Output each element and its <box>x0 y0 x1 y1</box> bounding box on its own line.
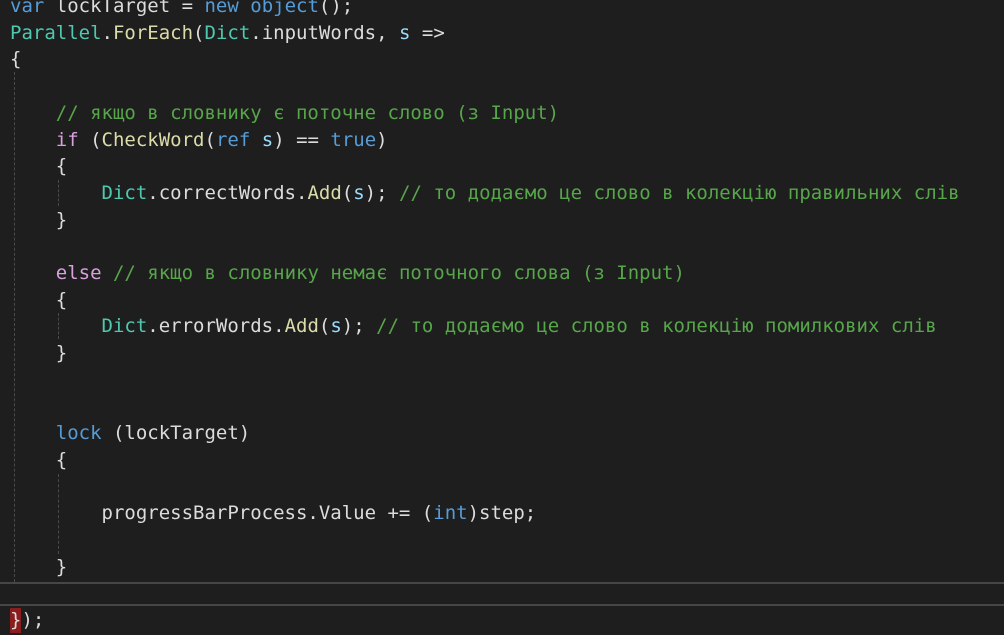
code-line[interactable]: var lockTarget = new object(); <box>10 0 353 20</box>
code-token-plain: (lockTarget) <box>101 422 251 445</box>
code-token-variable: s <box>330 315 342 338</box>
code-token-plain: ( <box>193 21 205 44</box>
code-token-variable: s <box>353 181 365 204</box>
code-line[interactable]: Parallel.ForEach(Dict.inputWords, s => <box>10 20 445 47</box>
code-token-method: Add <box>284 315 319 338</box>
code-token-comment: // якщо в словнику є поточне слово (з In… <box>10 101 560 124</box>
code-token-plain: )step; <box>467 502 537 525</box>
code-token-type: Parallel <box>10 21 102 44</box>
code-line[interactable]: { <box>10 153 67 180</box>
code-token-keyword: object <box>250 0 319 17</box>
code-token-keyword: new <box>204 0 239 17</box>
code-token-plain: ( <box>318 315 331 338</box>
code-line[interactable]: { <box>10 46 21 73</box>
code-token-keyword: lock <box>55 422 102 445</box>
code-token-plain: } <box>10 208 68 231</box>
code-token-plain: { <box>10 155 68 178</box>
code-token-plain: (); <box>318 0 354 17</box>
code-token-variable: s <box>398 21 411 44</box>
code-token-comment: // то додаємо це слово в колекцію помилк… <box>376 315 937 338</box>
code-token-plain: ( <box>78 128 102 151</box>
code-token-plain: }); <box>10 609 45 632</box>
code-token-plain: .inputWords, <box>250 21 399 44</box>
code-token-plain: } <box>10 342 68 365</box>
code-token-plain: } <box>10 555 68 578</box>
code-token-plain: .errorWords. <box>147 315 285 338</box>
code-line[interactable]: else // якщо в словнику немає поточного … <box>10 260 685 287</box>
code-token-plain: lockTarget = <box>44 0 205 17</box>
code-token-method: CheckWord <box>101 128 205 151</box>
code-token-plain: . <box>101 21 113 44</box>
code-token-plain: { <box>10 48 22 71</box>
code-line[interactable]: } <box>10 554 67 581</box>
code-token-method: ForEach <box>112 21 194 44</box>
code-line[interactable]: } <box>10 340 67 367</box>
code-token-control: if <box>55 128 79 151</box>
code-token-keyword: true <box>330 128 377 151</box>
code-token-comment: // то додаємо це слово в колекцію правил… <box>399 181 960 204</box>
code-token-plain: ) == <box>273 128 331 151</box>
code-line[interactable]: lock (lockTarget) <box>10 420 250 447</box>
code-token-plain: ) <box>376 128 388 151</box>
code-token-plain: { <box>10 448 68 471</box>
code-token-variable: s <box>261 128 274 151</box>
code-line[interactable]: Dict.correctWords.Add(s); // то додаємо … <box>10 180 960 207</box>
code-token-plain: ); <box>364 181 399 204</box>
code-line[interactable]: }); <box>10 607 44 634</box>
code-token-plain: ( <box>341 181 354 204</box>
code-token-type: Dict <box>204 21 251 44</box>
code-editor[interactable]: var lockTarget = new object(); Parallel.F… <box>0 0 1004 635</box>
code-line[interactable]: // якщо в словнику є поточне слово (з In… <box>10 100 559 127</box>
code-token-keyword: int <box>433 502 468 525</box>
code-token-plain: => <box>410 21 445 44</box>
code-token-plain: .correctWords. <box>147 181 308 204</box>
code-token-plain: ( <box>204 128 216 151</box>
code-token-control: else <box>55 262 102 284</box>
code-token-comment: // якщо в словнику немає поточного слова… <box>112 262 685 284</box>
code-line[interactable]: { <box>10 287 67 314</box>
code-line[interactable]: Dict.errorWords.Add(s); // то додаємо це… <box>10 313 937 340</box>
code-token-keyword: var <box>10 0 45 17</box>
code-line[interactable]: if (CheckWord(ref s) == true) <box>10 127 388 154</box>
code-token-plain: progressBarProcess.Value += ( <box>10 502 434 525</box>
code-token-type: Dict <box>101 315 148 338</box>
current-line-highlight <box>0 582 1004 606</box>
code-line[interactable]: { <box>10 447 67 474</box>
code-token-keyword: ref <box>215 128 251 151</box>
code-token-method: Add <box>307 181 342 204</box>
code-line[interactable]: progressBarProcess.Value += (int)step; <box>10 500 537 527</box>
code-line[interactable]: } <box>10 207 67 234</box>
code-token-type: Dict <box>101 181 148 204</box>
code-token-plain: { <box>10 288 68 311</box>
code-token-plain: ); <box>341 315 377 338</box>
